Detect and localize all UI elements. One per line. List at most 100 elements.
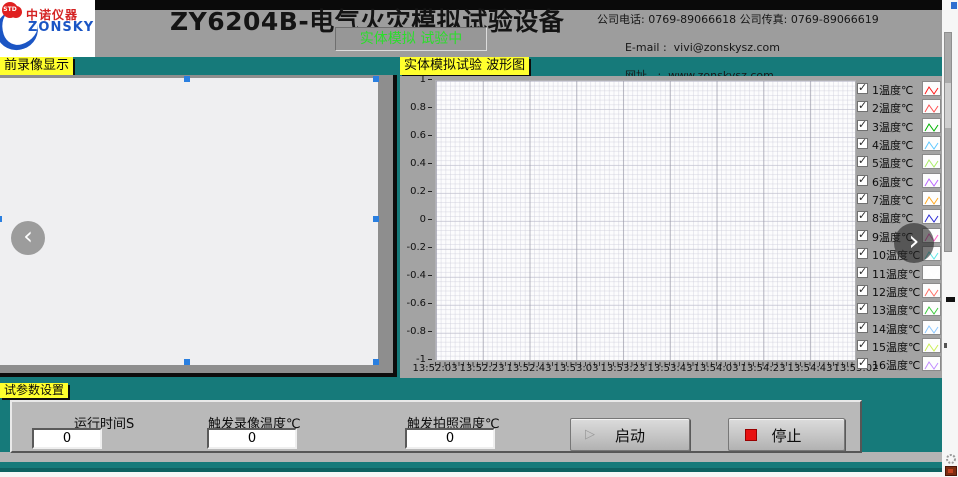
company-logo: STD 中诺仪器 ZONSKY <box>0 0 95 57</box>
line-style-sample[interactable] <box>922 118 941 133</box>
legend-label: 12温度℃ <box>872 284 920 300</box>
params-panel-tag: 试参数设置 <box>0 383 68 398</box>
legend-row: ✓ 11温度℃ <box>855 264 942 282</box>
bottom-gray-strip <box>0 452 942 462</box>
line-style-sample[interactable] <box>922 301 941 316</box>
channel-checkbox[interactable]: ✓ <box>857 267 868 278</box>
stop-button[interactable]: 停止 <box>728 418 845 451</box>
legend-row: ✓ 12温度℃ <box>855 282 942 300</box>
selection-handle[interactable] <box>0 216 2 222</box>
next-camera-button[interactable]: › <box>894 223 934 263</box>
folder-desktop-icon[interactable] <box>945 466 957 476</box>
background-window-fragment <box>946 297 955 302</box>
channel-checkbox[interactable]: ✓ <box>857 248 868 259</box>
selection-handle[interactable] <box>373 359 379 365</box>
line-style-sample[interactable] <box>922 265 941 280</box>
line-style-sample[interactable] <box>922 191 941 206</box>
gear-desktop-icon[interactable] <box>944 451 958 465</box>
background-scrollbar[interactable] <box>944 32 952 252</box>
legend-label: 16温度℃ <box>872 357 920 373</box>
channel-checkbox[interactable]: ✓ <box>857 101 868 112</box>
check-icon: ✓ <box>858 246 867 259</box>
check-icon: ✓ <box>858 173 867 186</box>
check-icon: ✓ <box>858 154 867 167</box>
check-icon: ✓ <box>858 136 867 149</box>
x-axis-tick: 13:53:43 <box>645 363 695 374</box>
channel-checkbox[interactable]: ✓ <box>857 193 868 204</box>
channel-checkbox[interactable]: ✓ <box>857 230 868 241</box>
channel-checkbox[interactable]: ✓ <box>857 175 868 186</box>
waveform-plot-area <box>435 80 856 361</box>
legend-row: ✓15温度℃ <box>855 337 942 355</box>
legend-label: 4温度℃ <box>872 137 913 153</box>
channel-checkbox[interactable]: ✓ <box>857 322 868 333</box>
line-style-sample[interactable] <box>922 209 941 224</box>
channel-checkbox[interactable]: ✓ <box>857 156 868 167</box>
y-axis-tick: -0.6 <box>402 298 432 309</box>
previous-camera-button[interactable]: ‹ <box>11 221 45 255</box>
video-display-panel <box>0 75 397 377</box>
channel-checkbox[interactable]: ✓ <box>857 285 868 296</box>
line-style-sample[interactable] <box>922 81 941 96</box>
line-style-sample[interactable] <box>922 283 941 298</box>
y-axis-tick: -0.4 <box>402 270 432 281</box>
x-axis-tick: 13:53:03 <box>551 363 601 374</box>
channel-checkbox[interactable]: ✓ <box>857 211 868 222</box>
legend-label: 7温度℃ <box>872 192 913 208</box>
x-axis-tick: 13:53:23 <box>598 363 648 374</box>
legend-row: ✓ 4温度℃ <box>855 135 942 153</box>
check-icon: ✓ <box>858 265 867 278</box>
desktop-icon-partial[interactable] <box>951 2 957 9</box>
check-icon: ✓ <box>858 356 867 369</box>
selection-handle[interactable] <box>373 216 379 222</box>
legend-label: 1温度℃ <box>872 82 913 98</box>
legend-label: 11温度℃ <box>872 266 920 282</box>
legend-row: ✓6温度℃ <box>855 172 942 190</box>
y-axis-tick: 0.2 <box>402 186 432 197</box>
chevron-right-icon: › <box>908 224 919 257</box>
legend-row: ✓5温度℃ <box>855 153 942 171</box>
selection-handle[interactable] <box>373 76 379 82</box>
channel-checkbox[interactable]: ✓ <box>857 138 868 149</box>
line-style-sample[interactable] <box>922 136 941 151</box>
chevron-left-icon: ‹ <box>23 222 33 250</box>
line-style-sample[interactable] <box>922 173 941 188</box>
legend-row: ✓3温度℃ <box>855 117 942 135</box>
legend-label: 2温度℃ <box>872 100 913 116</box>
x-axis-tick: 13:54:43 <box>785 363 835 374</box>
line-style-sample[interactable] <box>922 154 941 169</box>
legend-row: ✓ 7温度℃ <box>855 190 942 208</box>
check-icon: ✓ <box>858 320 867 333</box>
runtime-input[interactable] <box>32 428 102 449</box>
legend-row: ✓ 2温度℃ <box>855 98 942 116</box>
check-icon: ✓ <box>858 301 867 314</box>
channel-checkbox[interactable]: ✓ <box>857 340 868 351</box>
line-style-sample[interactable] <box>922 99 941 114</box>
company-contact: 公司电话: 0769-89066618 公司传真: 0769-89066619 … <box>597 13 879 83</box>
y-axis-tick: 0.8 <box>402 102 432 113</box>
selection-handle[interactable] <box>184 359 190 365</box>
start-button[interactable]: ▷ 启动 <box>570 418 690 451</box>
record-trigger-temp-input[interactable] <box>207 428 297 449</box>
line-style-sample[interactable] <box>922 356 941 371</box>
check-icon: ✓ <box>858 81 867 94</box>
line-style-sample[interactable] <box>922 338 941 353</box>
check-icon: ✓ <box>858 283 867 296</box>
channel-checkbox[interactable]: ✓ <box>857 120 868 131</box>
check-icon: ✓ <box>858 228 867 241</box>
desktop-bottom-edge <box>0 472 942 477</box>
y-axis-tick: -0.2 <box>402 242 432 253</box>
channel-checkbox[interactable]: ✓ <box>857 358 868 369</box>
channel-checkbox[interactable]: ✓ <box>857 83 868 94</box>
screen: ZY6204B-电气火灾模拟试验设备 实体模拟 试验中 公司电话: 0769-8… <box>0 0 958 477</box>
legend-row: ✓8温度℃ <box>855 208 942 226</box>
selection-handle[interactable] <box>184 76 190 82</box>
photo-trigger-temp-input[interactable] <box>405 428 495 449</box>
video-display-area[interactable] <box>0 78 378 365</box>
contact-email: E-mail : vivi@zonskysz.com <box>625 41 780 54</box>
x-axis-tick: 13:52:23 <box>457 363 507 374</box>
scrollbar-thumb[interactable] <box>945 83 951 128</box>
channel-checkbox[interactable]: ✓ <box>857 303 868 314</box>
line-style-sample[interactable] <box>922 320 941 335</box>
start-button-label: 启动 <box>571 425 689 446</box>
